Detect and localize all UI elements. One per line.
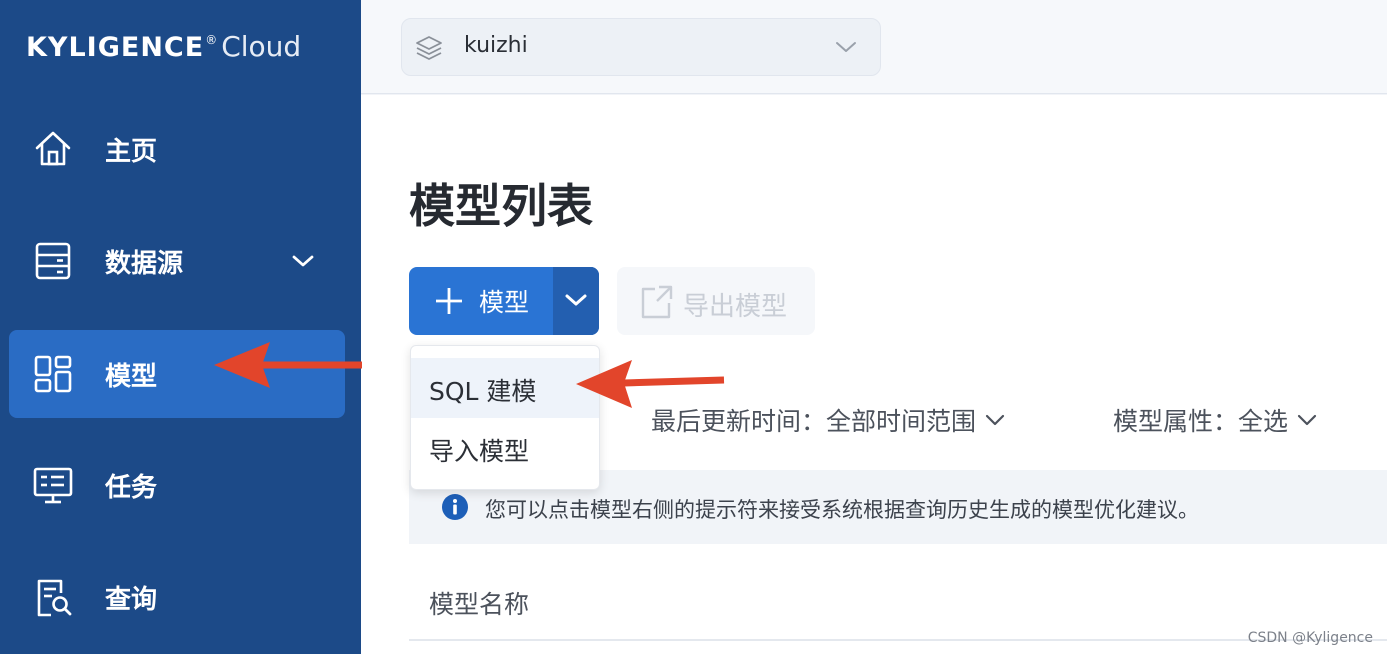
plus-icon: [436, 288, 462, 314]
filter-model-attribute-label: 模型属性：全选: [1113, 407, 1289, 436]
sidebar-item-label: 主页: [105, 136, 158, 167]
info-icon: [442, 494, 468, 520]
layers-icon: [416, 36, 442, 60]
kyligence-cloud-logo[interactable]: KYLIGENCE ® Cloud: [26, 30, 301, 70]
add-model-button[interactable]: 模型: [409, 267, 599, 335]
watermark: CSDN @Kyligence: [1247, 630, 1373, 646]
logo-product: Cloud: [221, 30, 302, 63]
menu-item-import-model[interactable]: 导入模型: [411, 418, 599, 478]
add-model-dropdown-toggle[interactable]: [553, 267, 599, 335]
sidebar-item-label: 任务: [105, 472, 158, 503]
menu-item-label: SQL 建模: [429, 377, 537, 406]
monitor-icon: [33, 467, 73, 504]
sidebar-item-query[interactable]: 查询: [9, 553, 345, 641]
annotation-arrow-sql: [576, 360, 725, 408]
home-icon: [35, 131, 71, 166]
menu-item-label: 导入模型: [429, 437, 530, 466]
add-model-dropdown-menu: SQL 建模 导入模型: [410, 345, 600, 490]
sidebar-item-label: 数据源: [105, 248, 184, 279]
sidebar: KYLIGENCE ® Cloud 主页 数据源 模型 任务 查询: [0, 0, 361, 654]
sidebar-item-label: 模型: [105, 361, 158, 392]
database-icon: [35, 242, 71, 280]
column-model-name[interactable]: 模型名称: [429, 585, 529, 621]
export-model-button[interactable]: 导出模型: [617, 267, 815, 335]
project-select[interactable]: kuizhi: [401, 18, 881, 76]
project-select-value: kuizhi: [464, 33, 528, 58]
info-banner-text: 您可以点击模型右侧的提示符来接受系统根据查询历史生成的模型优化建议。: [485, 498, 1199, 522]
table-header: 模型名称: [409, 545, 1387, 641]
chevron-down-icon: [1297, 414, 1317, 426]
sidebar-item-datasource[interactable]: 数据源: [9, 217, 345, 305]
menu-item-sql-modeling[interactable]: SQL 建模: [411, 358, 599, 418]
chevron-down-icon[interactable]: [291, 253, 315, 269]
sidebar-item-jobs[interactable]: 任务: [9, 441, 345, 529]
add-model-label: 模型: [479, 288, 530, 317]
annotation-arrow-model: [214, 342, 362, 388]
model-grid-icon: [34, 355, 72, 393]
logo-registered-mark: ®: [205, 33, 218, 47]
export-model-label: 导出模型: [683, 292, 788, 322]
chevron-down-icon: [985, 414, 1005, 426]
chevron-down-icon: [565, 294, 587, 306]
filter-model-attribute[interactable]: 模型属性：全选: [1113, 400, 1318, 440]
top-bar: kuizhi: [361, 0, 1387, 94]
chevron-down-icon: [836, 42, 856, 52]
sidebar-item-label: 查询: [105, 584, 158, 615]
logo-brand: KYLIGENCE: [26, 32, 205, 63]
sidebar-item-home[interactable]: 主页: [9, 105, 345, 193]
export-icon: [641, 285, 673, 319]
query-search-icon: [37, 579, 72, 617]
page-title: 模型列表: [409, 179, 593, 233]
